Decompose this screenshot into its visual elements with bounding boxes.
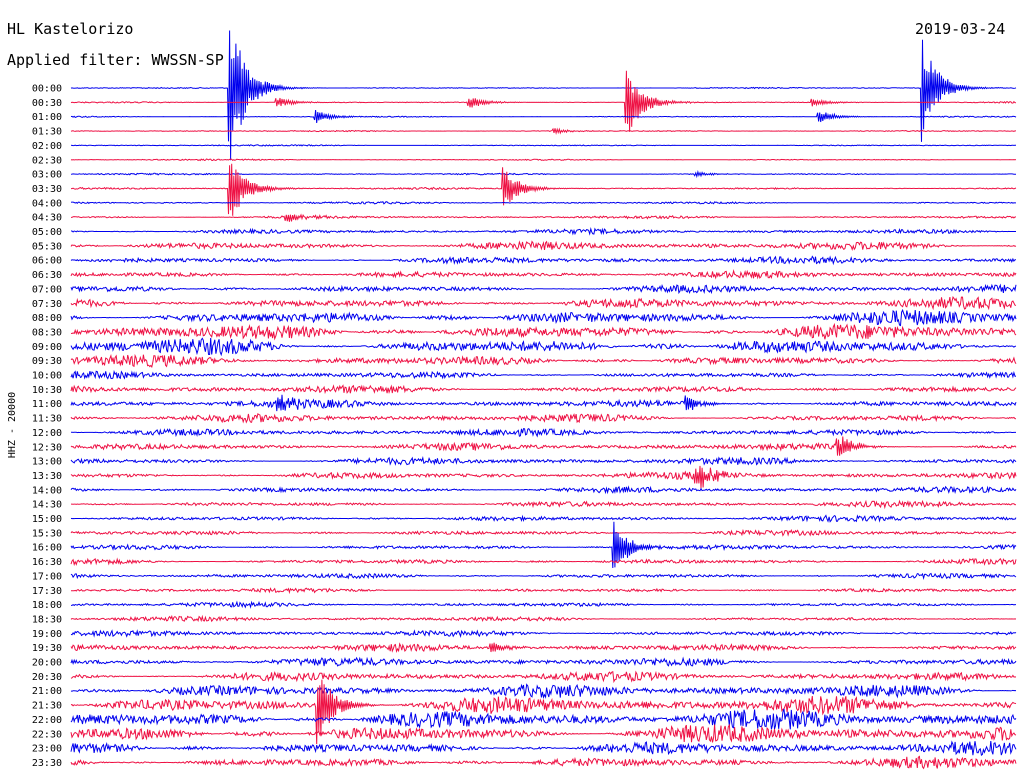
trace-row-2030 [70,670,1017,684]
trace-group [70,30,1017,770]
trace-row-0100 [70,110,1017,123]
row-label: 22:30 [32,729,62,740]
row-label: 07:30 [32,299,62,310]
trace-row-2330 [70,755,1017,770]
row-label: 07:00 [32,284,62,295]
y-axis-label: HHZ - 20000 [7,392,18,458]
row-label: 05:00 [32,227,62,238]
row-label: 06:30 [32,270,62,281]
row-label: 21:30 [32,701,62,712]
trace-row-0330 [71,163,1017,216]
trace-row-0530 [70,240,1017,251]
trace-row-0700 [70,283,1017,295]
row-label: 16:00 [32,543,62,554]
row-label: 04:30 [32,213,62,224]
row-label: 16:30 [32,557,62,568]
row-label: 13:30 [32,471,62,482]
helicorder-plot: 00:00 00:30 01:00 01:30 02:00 02:30 03:00 03:30… [7,30,1017,770]
row-label: 01:00 [32,112,62,123]
row-label: 02:00 [32,141,62,152]
trace-row-0200 [70,144,1016,147]
row-label: 17:00 [32,571,62,582]
trace-row-1530 [70,528,1017,537]
trace-row-0800 [70,308,1017,327]
row-label: 14:00 [32,485,62,496]
trace-row-1300 [70,455,1017,466]
trace-row-0900 [70,337,1017,357]
trace-row-1800 [71,600,1016,609]
trace-row-0000 [70,30,1017,161]
trace-row-1030 [70,384,1017,395]
row-label: 13:00 [32,457,62,468]
trace-row-1100 [70,394,1017,412]
row-label: 03:00 [32,170,62,181]
row-label: 06:00 [32,256,62,267]
trace-row-1430 [71,499,1017,510]
trace-row-2230 [70,723,1017,743]
trace-row-0130 [70,127,1016,135]
trace-row-0600 [70,255,1016,266]
row-label: 17:30 [32,586,62,597]
row-label: 20:00 [32,658,62,669]
row-label: 10:00 [32,371,62,382]
trace-row-0430 [71,213,1017,222]
trace-row-0630 [70,269,1017,280]
row-label: 20:30 [32,672,62,683]
trace-row-2300 [70,740,1017,757]
trace-row-0300 [70,169,1016,179]
row-label: 04:00 [32,198,62,209]
trace-row-1900 [70,629,1017,638]
row-label: 00:00 [32,84,62,95]
trace-row-1330 [70,465,1017,489]
trace-row-1730 [71,587,1017,595]
row-label: 08:00 [32,313,62,324]
row-label: 05:30 [32,241,62,252]
row-label: 01:30 [32,127,62,138]
trace-row-0230 [70,158,1017,162]
row-label: 08:30 [32,327,62,338]
trace-row-1630 [70,557,1017,567]
trace-row-1700 [70,572,1017,581]
trace-row-0930 [70,353,1017,369]
trace-row-1000 [70,369,1016,380]
trace-row-0030 [70,70,1017,132]
row-label: 09:00 [32,342,62,353]
row-label: 02:30 [32,155,62,166]
trace-row-0730 [70,295,1017,311]
trace-row-1400 [70,485,1017,495]
row-label: 11:00 [32,399,62,410]
row-label: 22:00 [32,715,62,726]
trace-row-2200 [70,708,1017,730]
row-label: 23:00 [32,744,62,755]
trace-row-1500 [70,514,1017,523]
trace-row-1200 [70,427,1016,438]
trace-row-0400 [70,201,1016,205]
row-label: 09:30 [32,356,62,367]
trace-row-0500 [71,226,1016,236]
trace-row-1930 [70,642,1017,653]
trace-row-1830 [70,614,1017,623]
row-label: 15:30 [32,528,62,539]
row-label: 12:00 [32,428,62,439]
row-label: 00:30 [32,98,62,109]
row-label: 15:00 [32,514,62,525]
trace-row-2100 [70,683,1017,700]
trace-row-1130 [70,412,1017,424]
row-label: 18:30 [32,614,62,625]
row-label: 21:00 [32,686,62,697]
row-label: 23:30 [32,758,62,769]
trace-row-0830 [70,322,1017,341]
trace-row-1230 [70,436,1017,456]
trace-row-2000 [70,656,1017,667]
row-label: 18:00 [32,600,62,611]
row-label: 10:30 [32,385,62,396]
row-label: 11:30 [32,414,62,425]
row-label: 12:30 [32,442,62,453]
row-label: 03:30 [32,184,62,195]
row-label: 19:00 [32,629,62,640]
row-label: 14:30 [32,500,62,511]
row-label: 19:30 [32,643,62,654]
tick-label-group: 00:00 00:30 01:00 01:30 02:00 02:30 03:00 03:30… [32,84,62,769]
